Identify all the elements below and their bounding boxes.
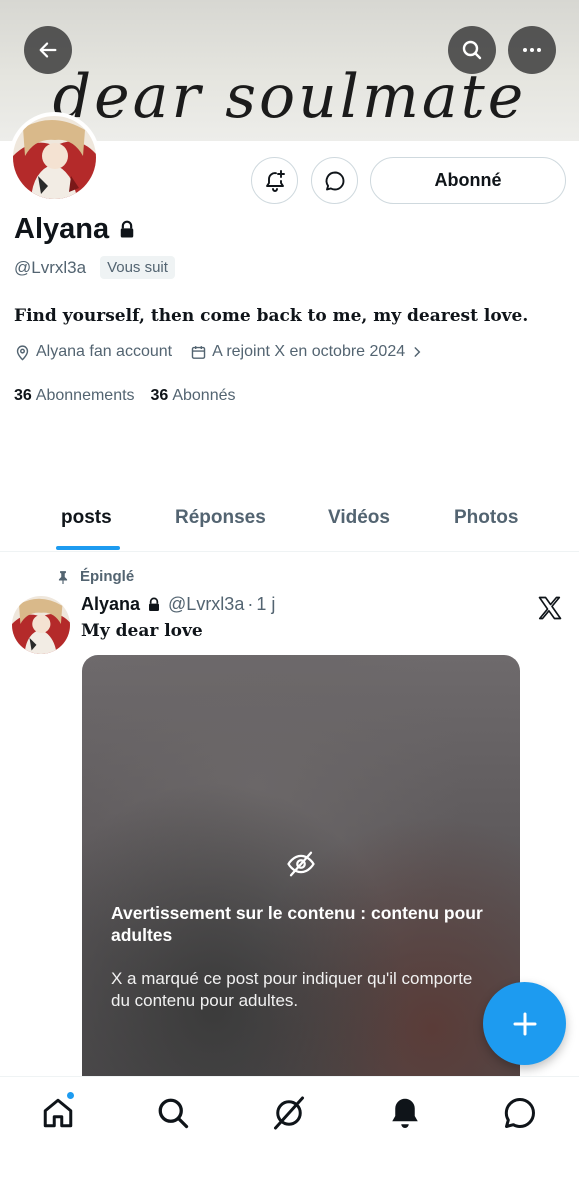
profile-name-row: Alyana: [14, 213, 137, 246]
pin-icon: [58, 570, 68, 584]
search-icon[interactable]: [155, 1095, 191, 1131]
profile-avatar[interactable]: [9, 112, 100, 203]
profile-meta: Alyana fan account A rejoint X en octobr…: [14, 343, 424, 361]
location-text: Alyana fan account: [36, 343, 173, 360]
pinned-text: Épinglé: [80, 568, 135, 585]
following-count-link[interactable]: 36 Abonnements: [14, 387, 135, 405]
post-text: My dear love: [81, 621, 203, 641]
sensitive-media[interactable]: Avertissement sur le contenu : contenu p…: [82, 655, 520, 1095]
message-bubble-icon: [325, 171, 344, 190]
follow-counts: 36 Abonnements 36 Abonnés: [14, 387, 236, 405]
home-notification-dot: [66, 1091, 75, 1100]
pinned-label: Épinglé: [56, 568, 134, 585]
chevron-right-icon: [414, 347, 421, 357]
x-logo-icon: [538, 596, 562, 620]
profile-banner[interactable]: dear soulmate: [0, 0, 579, 141]
search-button[interactable]: [448, 26, 496, 74]
post-separator: ·: [247, 594, 254, 614]
followers-count-link[interactable]: 36 Abonnés: [151, 387, 236, 405]
post-header: Alyana @Lvrxl3a · 1 j: [81, 594, 275, 615]
location-item: Alyana fan account: [14, 343, 172, 361]
tab-replies[interactable]: Réponses: [175, 507, 266, 529]
more-horizontal-icon: [523, 48, 541, 52]
lock-icon: [120, 220, 134, 237]
profile-name: Alyana: [14, 213, 110, 245]
followers-label: Abonnés: [172, 387, 236, 404]
post-handle: @Lvrxl3a: [168, 594, 245, 614]
followers-count: 36: [150, 387, 169, 404]
content-warning-body: X a marqué ce post pour indiquer qu'il c…: [111, 969, 473, 1010]
post-avatar[interactable]: [12, 596, 70, 654]
calendar-icon: [191, 345, 206, 359]
lock-icon: [149, 597, 160, 611]
profile-handle: @Lvrxl3a: [14, 257, 87, 277]
more-button[interactable]: [508, 26, 556, 74]
search-icon: [462, 40, 482, 60]
message-button[interactable]: [311, 157, 358, 204]
tab-videos[interactable]: Vidéos: [328, 507, 390, 529]
arrow-left-icon: [39, 42, 57, 58]
notifications-subscribe-button[interactable]: [251, 157, 298, 204]
joined-date-item[interactable]: A rejoint X en octobre 2024: [190, 343, 424, 361]
back-button[interactable]: [24, 26, 72, 74]
messages-icon[interactable]: [502, 1095, 538, 1131]
following-count: 36: [14, 387, 32, 404]
joined-text: A rejoint X en octobre 2024: [212, 343, 406, 360]
profile-tabs: posts Réponses Vidéos Photos: [0, 490, 579, 552]
content-warning-title: Avertissement sur le contenu : contenu p…: [111, 903, 483, 945]
location-pin-icon: [16, 344, 29, 361]
follows-you-badge: Vous suit: [100, 256, 175, 279]
bell-plus-icon: [265, 169, 285, 192]
bottom-navigation: [0, 1076, 579, 1200]
profile-bio: Find yourself, then come back to me, my …: [14, 306, 529, 326]
active-tab-indicator: [56, 546, 120, 550]
following-label: Abonnements: [35, 387, 135, 404]
compose-post-button[interactable]: [483, 982, 566, 1065]
eye-off-icon: [287, 851, 315, 877]
banner-text: dear soulmate: [52, 62, 527, 132]
following-button[interactable]: Abonné: [370, 157, 566, 204]
notifications-bell-icon[interactable]: [387, 1095, 423, 1131]
tab-posts[interactable]: posts: [61, 507, 112, 529]
handle-row: @Lvrxl3a Vous suit: [14, 256, 175, 279]
home-icon[interactable]: [40, 1095, 76, 1131]
grok-icon[interactable]: [271, 1095, 307, 1131]
post-time: 1 j: [256, 594, 276, 614]
tab-photos[interactable]: Photos: [454, 507, 518, 529]
plus-icon: [513, 1012, 536, 1035]
post-author[interactable]: Alyana: [81, 594, 140, 615]
